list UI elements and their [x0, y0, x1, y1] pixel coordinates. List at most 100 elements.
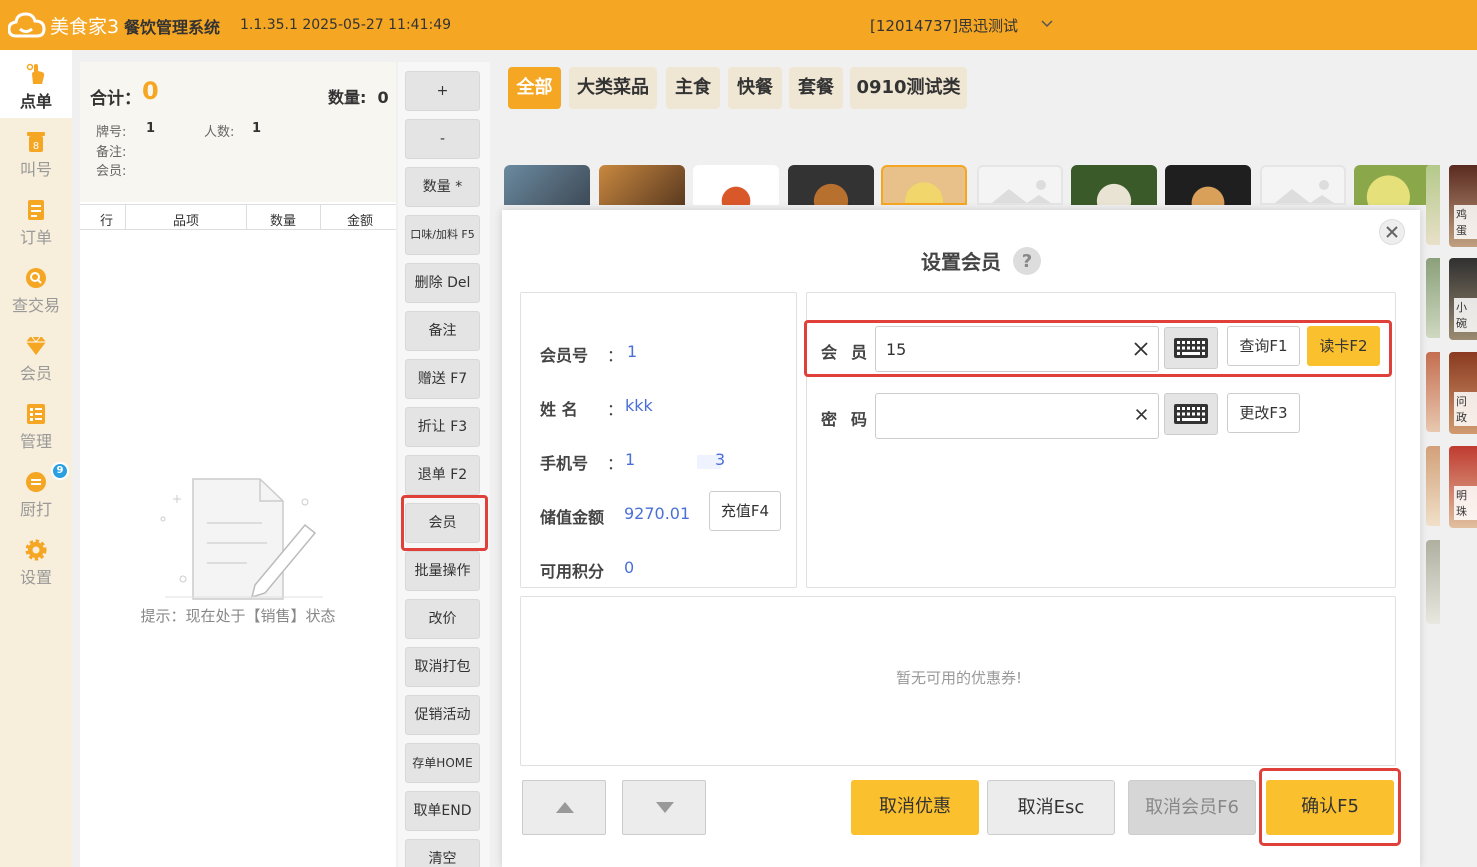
change-price-button[interactable]: 改价: [405, 599, 480, 639]
nav-item-call-number[interactable]: 8 叫号: [0, 118, 72, 186]
dialog-title: 设置会员: [921, 250, 1001, 274]
dish-thumbnail[interactable]: [788, 165, 874, 205]
store-selector[interactable]: [12014737]思迅测试: [870, 15, 1018, 36]
column-header: 行: [100, 214, 114, 229]
balance-label: 储值金额: [540, 508, 605, 527]
nav-item-member[interactable]: 会员: [0, 322, 72, 390]
nav-item-settings[interactable]: 设置: [0, 526, 72, 594]
cancel-package-button[interactable]: 取消打包: [405, 647, 480, 687]
app-logo: 美食家3: [8, 10, 119, 40]
dish-card[interactable]: 鸡蛋: [1449, 165, 1477, 247]
cancel-member-button[interactable]: 取消会员F6: [1128, 780, 1256, 835]
chevron-down-icon[interactable]: [1040, 16, 1054, 30]
nav-label: 叫号: [19, 160, 52, 179]
dish-placeholder[interactable]: [977, 165, 1063, 205]
close-button[interactable]: [1379, 219, 1405, 245]
nav-item-order[interactable]: 点单: [0, 50, 72, 118]
svg-text:8: 8: [33, 141, 39, 152]
password-input[interactable]: [875, 393, 1159, 439]
column-header: 品项: [173, 214, 200, 229]
batch-operation-button[interactable]: 批量操作: [405, 551, 480, 591]
clear-input-icon[interactable]: [1135, 408, 1148, 421]
image-placeholder-icon: [991, 180, 1051, 203]
promotion-button[interactable]: 促销活动: [405, 695, 480, 735]
dish-thumbnail[interactable]: [693, 165, 779, 205]
increase-button[interactable]: +: [405, 71, 480, 111]
member-no-label: 会员号: [540, 346, 589, 365]
balance-value: 9270.01: [624, 504, 691, 523]
number-ticket-icon: 8: [27, 132, 45, 152]
dish-thumbnail-edge[interactable]: [1426, 446, 1440, 526]
dish-thumbnail-edge[interactable]: [1426, 540, 1440, 624]
phone-value-start: 1: [625, 450, 636, 469]
nav-label: 会员: [19, 364, 52, 383]
note-label: 备注:: [96, 145, 127, 160]
empty-document-icon: [160, 478, 323, 600]
colon: ：: [607, 346, 624, 365]
recharge-button[interactable]: 充值F4: [709, 491, 781, 531]
kitchen-print-icon: [26, 472, 46, 492]
category-tab-test[interactable]: 0910测试类: [850, 67, 967, 109]
gift-button[interactable]: 赠送 F7: [405, 359, 480, 399]
return-button[interactable]: 退单 F2: [405, 455, 480, 495]
keyboard-button[interactable]: [1164, 393, 1218, 435]
dish-placeholder[interactable]: [1260, 165, 1346, 205]
card-number-value: 1: [146, 121, 156, 136]
category-tab-set-meal[interactable]: 套餐: [789, 67, 843, 109]
dish-thumbnail-edge[interactable]: [1426, 258, 1440, 338]
cancel-esc-button[interactable]: 取消Esc: [987, 780, 1115, 835]
dish-thumbnail[interactable]: [504, 165, 590, 205]
delete-button[interactable]: 删除 Del: [405, 263, 480, 303]
phone-value-end: 3: [715, 450, 726, 469]
change-password-button[interactable]: 更改F3: [1227, 393, 1300, 433]
category-tab-all[interactable]: 全部: [508, 67, 561, 109]
dish-thumbnail[interactable]: [1071, 165, 1157, 205]
quantity-value: 0: [377, 88, 389, 107]
name-label: 姓 名: [540, 400, 578, 419]
member-label: 会员:: [96, 164, 127, 179]
retrieve-order-button[interactable]: 取单END: [405, 791, 480, 831]
category-tab-staple[interactable]: 主食: [666, 67, 720, 109]
cloud-logo-icon: [8, 12, 46, 38]
discount-button[interactable]: 折让 F3: [405, 407, 480, 447]
scroll-up-button[interactable]: [522, 780, 606, 835]
image-placeholder-icon: [1274, 180, 1334, 203]
top-bar: 美食家3 餐饮管理系统 1.1.35.1 2025-05-27 11:41:49…: [0, 0, 1477, 50]
dish-thumbnail[interactable]: [599, 165, 685, 205]
scroll-down-button[interactable]: [622, 780, 706, 835]
cancel-discount-button[interactable]: 取消优惠: [851, 780, 979, 835]
nav-item-transactions[interactable]: 查交易: [0, 254, 72, 322]
clear-button[interactable]: 清空: [405, 839, 480, 867]
dish-card[interactable]: 问政: [1449, 352, 1477, 434]
dish-card[interactable]: 明珠: [1449, 446, 1477, 528]
people-label: 人数:: [204, 125, 235, 140]
triangle-up-icon: [556, 802, 574, 813]
dish-thumbnail-edge[interactable]: [1426, 352, 1440, 432]
nav-label: 查交易: [11, 296, 60, 315]
dish-name: 鸡蛋: [1454, 205, 1477, 239]
save-order-button[interactable]: 存单HOME: [405, 743, 480, 783]
action-button-column: + - 数量 * 口味/加料 F5 删除 Del 备注 赠送 F7 折让 F3 …: [398, 62, 490, 867]
password-field-label: 密码: [821, 410, 882, 429]
search-transaction-icon: [26, 268, 46, 288]
category-tab-main-dishes[interactable]: 大类菜品: [569, 67, 657, 109]
note-button[interactable]: 备注: [405, 311, 480, 351]
dish-thumbnail-edge[interactable]: [1426, 165, 1440, 245]
flavor-button[interactable]: 口味/加料 F5: [405, 215, 480, 255]
coupon-panel: 暂无可用的优惠券!: [520, 596, 1396, 766]
nav-item-management[interactable]: 管理: [0, 390, 72, 458]
dish-card[interactable]: 小碗: [1449, 258, 1477, 340]
category-tab-fast-food[interactable]: 快餐: [728, 67, 782, 109]
help-question-icon[interactable]: ?: [1012, 246, 1042, 276]
card-number-label: 牌号:: [96, 125, 127, 140]
dish-thumbnail[interactable]: [1165, 165, 1251, 205]
decrease-button[interactable]: -: [405, 119, 480, 159]
dish-name: 明珠: [1454, 486, 1477, 520]
quantity-label-text: 数量:: [328, 88, 367, 107]
quantity-button[interactable]: 数量 *: [405, 167, 480, 207]
nav-item-orders[interactable]: 订单: [0, 186, 72, 254]
dish-thumbnail[interactable]: [881, 165, 967, 205]
member-info-panel: 会员号 ： 1 姓 名 ： kkk 手机号 ： 1 3 储值金额 9270.01…: [520, 292, 797, 588]
set-member-dialog: 设置会员 ? 会员号 ： 1 姓 名 ： kkk 手机号 ： 1 3 储值金额 …: [502, 210, 1420, 867]
order-panel: 合计： 0 数量: 0 牌号: 1 人数: 1 备注: 会员: 行 品项 数量 …: [80, 62, 396, 867]
